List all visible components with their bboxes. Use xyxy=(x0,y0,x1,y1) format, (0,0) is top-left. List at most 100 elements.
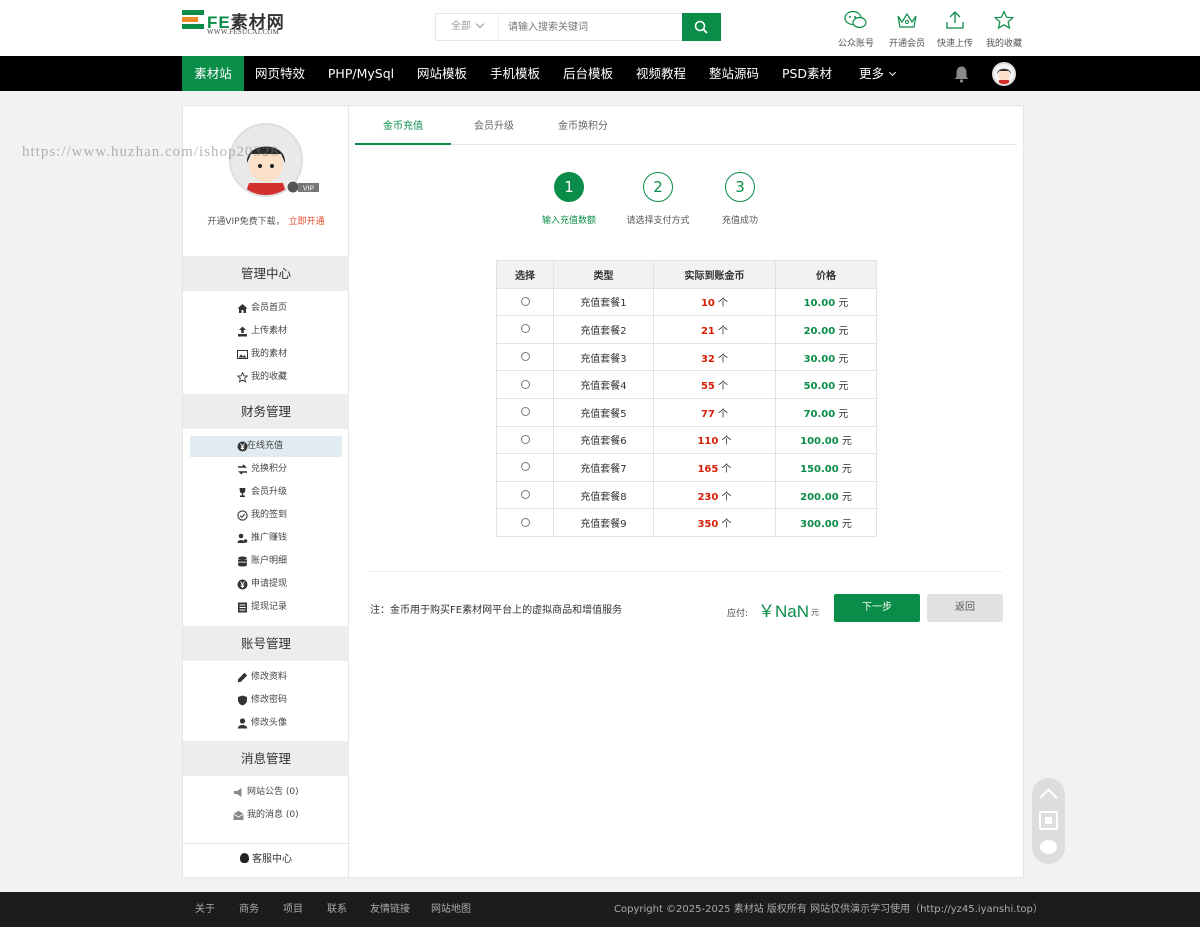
search-input[interactable] xyxy=(500,14,682,40)
star-icon xyxy=(993,10,1015,30)
next-step-button[interactable]: 下一步 xyxy=(834,594,920,622)
nav-item-php-mysql[interactable]: PHP/MySql xyxy=(323,56,399,91)
tool-label-wechat: 公众账号 xyxy=(837,39,874,49)
vip-open-link[interactable]: 开通会员 xyxy=(882,10,932,49)
sidebar-item-online-recharge[interactable]: 在线充值 xyxy=(190,436,342,457)
nav-item-sucaizhan[interactable]: 素材站 xyxy=(182,56,244,91)
package-radio[interactable] xyxy=(520,517,530,527)
footer-link-about[interactable]: 关于 xyxy=(195,892,215,927)
site-logo[interactable]: FE素材网 WWW.FESUCAI.COM xyxy=(182,8,302,44)
coin-unit: 个 xyxy=(718,325,729,337)
sidebar-item-announcements[interactable]: 网站公告 (0) xyxy=(190,782,342,803)
column-header: 价格 xyxy=(775,260,877,289)
sidebar-item-label: 我的收藏 xyxy=(251,372,288,382)
yen-icon xyxy=(237,579,248,590)
package-radio[interactable] xyxy=(520,462,530,472)
table-row[interactable]: 充值套餐7 165 个 150.00 元 xyxy=(496,453,877,482)
price-cell: 100.00 元 xyxy=(775,425,877,455)
tool-label-upload: 快速上传 xyxy=(936,39,973,49)
avatar-face-icon xyxy=(997,68,1011,84)
quick-upload-link[interactable]: 快速上传 xyxy=(930,10,980,49)
sidebar-item-label: 会员升级 xyxy=(251,487,288,497)
sidebar-item-my-favorites[interactable]: 我的收藏 xyxy=(190,367,342,388)
nav-item-more[interactable]: 更多 xyxy=(852,56,902,91)
sidebar-item-withdraw[interactable]: 申请提现 xyxy=(190,574,342,595)
footer-link-projects[interactable]: 项目 xyxy=(283,892,303,927)
footer-link-business[interactable]: 商务 xyxy=(239,892,259,927)
check-circle-icon xyxy=(237,510,248,521)
qrcode-icon[interactable] xyxy=(1039,811,1058,830)
table-row[interactable]: 充值套餐1 10 个 10.00 元 xyxy=(496,287,877,317)
chat-icon[interactable] xyxy=(1040,840,1057,854)
nav-item-web-effects[interactable]: 网页特效 xyxy=(250,56,310,91)
column-header: 类型 xyxy=(553,260,654,289)
sidebar-item-label: 推广赚钱 xyxy=(251,533,288,543)
footer-link-sitemap[interactable]: 网站地图 xyxy=(431,892,471,927)
package-radio[interactable] xyxy=(520,407,530,417)
sidebar-item-member-upgrade[interactable]: 会员升级 xyxy=(190,482,342,503)
coins-cell: 165 个 xyxy=(653,453,776,482)
tab-coin-to-points[interactable]: 金币换积分 xyxy=(535,106,631,145)
package-radio[interactable] xyxy=(520,434,530,444)
sidebar-item-upload[interactable]: 上传素材 xyxy=(190,321,342,342)
table-row[interactable]: 充值套餐2 21 个 20.00 元 xyxy=(496,315,877,344)
bell-icon[interactable] xyxy=(953,65,970,83)
shield-icon xyxy=(238,695,247,706)
copyright: Copyright ©2025-2025 素材站 版权所有 网站仅供演示学习使用… xyxy=(614,904,1043,915)
sidebar-item-my-checkin[interactable]: 我的签到 xyxy=(190,505,342,526)
nav-item-full-source[interactable]: 整站源码 xyxy=(704,56,764,91)
sidebar-section-title: 财务管理 xyxy=(183,394,349,429)
sidebar-item-change-avatar[interactable]: 修改头像 xyxy=(190,713,342,734)
price-amount: 10.00 xyxy=(803,298,836,310)
nav-item-mobile-templates[interactable]: 手机模板 xyxy=(485,56,545,91)
nav-item-video-tutorials[interactable]: 视频教程 xyxy=(631,56,691,91)
footer-link-contact[interactable]: 联系 xyxy=(327,892,347,927)
table-row[interactable]: 充值套餐8 230 个 200.00 元 xyxy=(496,480,877,510)
nav-item-admin-templates[interactable]: 后台模板 xyxy=(558,56,618,91)
price-unit: 元 xyxy=(838,325,849,337)
search-category-select[interactable]: 全部 xyxy=(436,14,499,40)
table-row[interactable]: 充值套餐9 350 个 300.00 元 xyxy=(496,508,877,537)
sidebar-item-member-home[interactable]: 会员首页 xyxy=(190,298,342,319)
sidebar-item-account-detail[interactable]: 账户明细 xyxy=(190,551,342,572)
coins-cell: 350 个 xyxy=(653,508,776,537)
vip-open-link[interactable]: 立即开通 xyxy=(289,217,325,227)
table-row[interactable]: 充值套餐3 32 个 30.00 元 xyxy=(496,342,877,372)
search-button[interactable] xyxy=(682,13,721,41)
table-row[interactable]: 充值套餐4 55 个 50.00 元 xyxy=(496,370,877,399)
logo-subtitle: WWW.FESUCAI.COM xyxy=(207,28,280,36)
sidebar-item-exchange-points[interactable]: 兑换积分 xyxy=(190,459,342,480)
sidebar-item-label: 我的签到 xyxy=(251,510,288,520)
customer-service-link[interactable]: 客服中心 xyxy=(183,850,349,865)
package-radio[interactable] xyxy=(520,352,530,362)
column-header: 选择 xyxy=(496,260,554,289)
back-button[interactable]: 返回 xyxy=(927,594,1003,622)
wechat-account-link[interactable]: 公众账号 xyxy=(831,10,881,49)
table-row[interactable]: 充值套餐6 110 个 100.00 元 xyxy=(496,425,877,455)
sidebar-item-promote[interactable]: 推广赚钱 xyxy=(190,528,342,549)
user-avatar[interactable] xyxy=(992,62,1016,86)
package-radio[interactable] xyxy=(520,379,530,389)
tab-member-upgrade[interactable]: 会员升级 xyxy=(446,106,542,145)
table-row[interactable]: 充值套餐5 77 个 70.00 元 xyxy=(496,397,877,427)
sidebar-item-my-messages[interactable]: 我的消息 (0) xyxy=(190,805,342,826)
list-icon xyxy=(238,602,247,613)
coin-unit: 个 xyxy=(718,381,729,393)
sidebar-item-withdraw-records[interactable]: 提现记录 xyxy=(190,597,342,618)
sidebar-item-my-materials[interactable]: 我的素材 xyxy=(190,344,342,365)
nav-item-site-templates[interactable]: 网站模板 xyxy=(412,56,472,91)
footer-link-friend-links[interactable]: 友情链接 xyxy=(370,892,410,927)
package-radio[interactable] xyxy=(520,490,530,500)
package-radio[interactable] xyxy=(520,296,530,306)
back-to-top-icon[interactable] xyxy=(1039,788,1058,807)
select-cell xyxy=(496,315,554,344)
sidebar-item-label: 申请提现 xyxy=(251,579,288,589)
price-cell: 300.00 元 xyxy=(775,508,877,537)
sidebar: VIP 开通VIP免费下载， 立即开通 管理中心 会员首页 上传素材 我的素材 我… xyxy=(183,106,349,877)
nav-item-psd[interactable]: PSD素材 xyxy=(777,56,837,91)
package-radio[interactable] xyxy=(520,324,530,334)
sidebar-item-change-password[interactable]: 修改密码 xyxy=(190,690,342,711)
sidebar-item-edit-profile[interactable]: 修改资料 xyxy=(190,667,342,688)
my-favorites-link[interactable]: 我的收藏 xyxy=(979,10,1029,49)
tab-coin-recharge[interactable]: 金币充值 xyxy=(355,106,451,145)
